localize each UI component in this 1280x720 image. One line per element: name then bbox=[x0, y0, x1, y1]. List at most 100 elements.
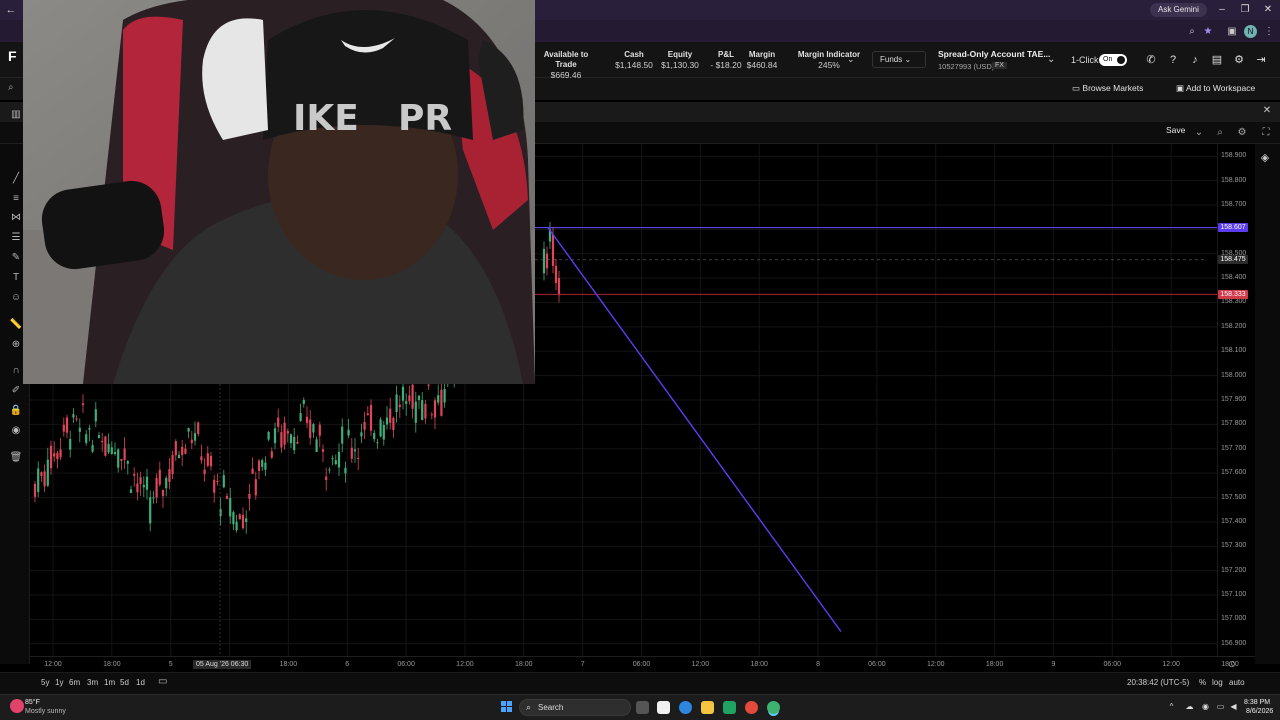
brush-tool-icon[interactable]: ✎ bbox=[9, 251, 23, 265]
metrics-chevron-icon[interactable]: ⌄ bbox=[847, 54, 855, 65]
range-button-6m[interactable]: 6m bbox=[69, 678, 80, 687]
auto-toggle[interactable]: auto bbox=[1229, 678, 1245, 687]
task-view-icon[interactable] bbox=[636, 701, 649, 714]
candle-body bbox=[376, 442, 379, 444]
emoji-tool-icon[interactable]: ☺ bbox=[9, 291, 23, 305]
one-click-toggle[interactable]: On bbox=[1099, 54, 1127, 66]
range-button-5d[interactable]: 5d bbox=[120, 678, 129, 687]
fullscreen-icon[interactable]: ⛶ bbox=[1259, 126, 1273, 140]
zoom-icon[interactable]: ⌕ bbox=[1185, 25, 1199, 39]
range-button-1y[interactable]: 1y bbox=[55, 678, 63, 687]
magnet-icon[interactable]: ∩ bbox=[9, 364, 23, 378]
phone-icon[interactable]: ✆ bbox=[1144, 53, 1158, 67]
candle-body bbox=[200, 456, 203, 461]
zoom-tool-icon[interactable]: ⊕ bbox=[9, 338, 23, 352]
taskbar-time[interactable]: 8:38 PM bbox=[1244, 699, 1270, 706]
exit-icon[interactable]: ⇥ bbox=[1254, 53, 1268, 67]
edge-icon[interactable] bbox=[679, 701, 692, 714]
profile-avatar[interactable]: N bbox=[1244, 25, 1257, 38]
range-button-5y[interactable]: 5y bbox=[41, 678, 49, 687]
price-tick-label: 157.800 bbox=[1221, 420, 1247, 428]
candle-body bbox=[280, 432, 283, 448]
chrome-icon[interactable] bbox=[745, 701, 758, 714]
candle-body bbox=[177, 454, 181, 459]
tray-app-icon[interactable]: ☁ bbox=[1184, 701, 1195, 712]
volume-icon[interactable]: ◀ bbox=[1228, 701, 1239, 712]
maximize-icon[interactable]: ❐ bbox=[1235, 2, 1255, 18]
back-arrow-icon[interactable]: ← bbox=[4, 3, 18, 17]
candle-body bbox=[257, 460, 261, 471]
help-icon[interactable]: ? bbox=[1166, 53, 1180, 67]
candle-body bbox=[554, 265, 558, 283]
browser-menu-icon[interactable]: ⋮ bbox=[1262, 25, 1276, 39]
eye-icon[interactable]: ◉ bbox=[9, 424, 23, 438]
file-explorer-icon[interactable] bbox=[701, 701, 714, 714]
candle-body bbox=[437, 395, 440, 403]
range-button-1d[interactable]: 1d bbox=[136, 678, 145, 687]
tray-app2-icon[interactable]: ◉ bbox=[1200, 701, 1211, 712]
candle-body bbox=[267, 431, 270, 440]
candle-body bbox=[209, 455, 213, 467]
save-button[interactable]: Save bbox=[1166, 125, 1185, 135]
taskbar-date[interactable]: 8/6/2026 bbox=[1246, 708, 1273, 715]
trash-icon[interactable]: 🗑 bbox=[9, 451, 23, 465]
lock-icon[interactable]: 🔒 bbox=[9, 404, 23, 418]
projection-tool-icon[interactable]: ☰ bbox=[9, 231, 23, 245]
app-green-icon[interactable] bbox=[723, 701, 736, 714]
candle-body bbox=[302, 400, 305, 404]
percent-toggle[interactable]: % bbox=[1199, 678, 1206, 687]
account-name[interactable]: Spread-Only Account TAE... bbox=[938, 49, 1050, 59]
gear-icon[interactable]: ⚙ bbox=[1232, 53, 1246, 67]
time-axis-settings-icon[interactable]: ⊙ bbox=[1228, 659, 1236, 670]
weather-icon[interactable] bbox=[10, 699, 24, 713]
candle-body bbox=[88, 428, 91, 430]
taskbar-search[interactable]: ⌕ Search bbox=[519, 699, 631, 716]
chrome-active-icon[interactable] bbox=[767, 701, 780, 714]
chart-settings-icon[interactable]: ⚙ bbox=[1235, 126, 1249, 140]
time-tick-label: 12:00 bbox=[1162, 661, 1180, 668]
chart-clock[interactable]: 20:38:42 (UTC-5) bbox=[1127, 678, 1189, 687]
browse-markets-button[interactable]: ▭ Browse Markets bbox=[1072, 81, 1143, 96]
close-window-icon[interactable]: ✕ bbox=[1258, 2, 1278, 18]
search-icon[interactable]: ⌕ bbox=[8, 82, 14, 93]
document-icon[interactable]: ▤ bbox=[1210, 53, 1224, 67]
fib-tool-icon[interactable]: ≡ bbox=[9, 192, 23, 206]
save-chevron-icon[interactable]: ⌄ bbox=[1192, 126, 1206, 140]
pattern-tool-icon[interactable]: ⋈ bbox=[9, 211, 23, 225]
chart-type-icon[interactable]: ▥ bbox=[9, 108, 23, 122]
candle-body bbox=[389, 408, 392, 423]
text-tool-icon[interactable]: T bbox=[9, 271, 23, 285]
panel-close-icon[interactable]: ✕ bbox=[1261, 105, 1273, 117]
tray-chevron-icon[interactable]: ^ bbox=[1166, 701, 1177, 712]
minimize-icon[interactable]: – bbox=[1212, 2, 1232, 18]
indicators-icon[interactable]: ⌕ bbox=[1213, 126, 1227, 140]
log-toggle[interactable]: log bbox=[1212, 678, 1223, 687]
add-to-workspace-button[interactable]: ▣ Add to Workspace bbox=[1176, 81, 1255, 96]
candle-body bbox=[97, 435, 101, 439]
drawing-mode-icon[interactable]: ✐ bbox=[9, 384, 23, 398]
price-tick-label: 158.900 bbox=[1221, 152, 1247, 160]
trend-line-tool-icon[interactable]: ╱ bbox=[9, 172, 23, 186]
candle-body bbox=[427, 384, 430, 386]
candle-body bbox=[270, 451, 273, 458]
range-button-3m[interactable]: 3m bbox=[87, 678, 98, 687]
candle-body bbox=[107, 443, 110, 453]
layers-icon[interactable]: ◈ bbox=[1258, 151, 1272, 165]
ask-gemini-button[interactable]: Ask Gemini bbox=[1150, 3, 1207, 17]
candle-body bbox=[158, 469, 161, 485]
account-chevron-icon[interactable]: ⌄ bbox=[1047, 54, 1055, 65]
funds-button[interactable]: Funds ⌄ bbox=[872, 51, 926, 68]
ruler-icon[interactable]: 📏 bbox=[9, 318, 23, 332]
candle-body bbox=[331, 458, 334, 460]
date-range-icon[interactable]: ▭ bbox=[158, 676, 167, 687]
candle-body bbox=[72, 414, 75, 418]
display-icon[interactable]: ▭ bbox=[1215, 701, 1226, 712]
candle-body bbox=[347, 429, 350, 436]
extension-icon[interactable]: ▣ bbox=[1225, 25, 1239, 39]
candle-body bbox=[206, 453, 209, 466]
calendar-app-icon[interactable] bbox=[657, 701, 670, 714]
range-button-1m[interactable]: 1m bbox=[104, 678, 115, 687]
windows-start-icon[interactable] bbox=[501, 701, 513, 713]
bookmark-star-icon[interactable]: ★ bbox=[1201, 25, 1215, 39]
bell-icon[interactable]: ♪ bbox=[1188, 53, 1202, 67]
